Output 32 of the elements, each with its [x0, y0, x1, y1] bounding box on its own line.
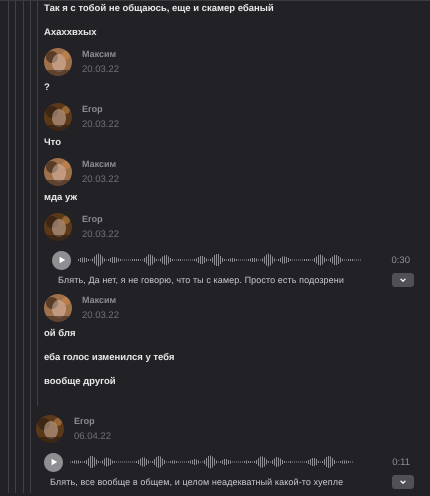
- chevron-down-icon: [399, 478, 407, 486]
- message-date: 20.03.22: [82, 310, 119, 321]
- author-name[interactable]: Максим: [82, 49, 119, 59]
- play-button[interactable]: [44, 452, 63, 472]
- voice-duration: 0:30: [392, 254, 410, 266]
- message-text: мда уж: [44, 192, 78, 204]
- message-date: 20.03.22: [82, 119, 119, 130]
- play-icon: [50, 458, 58, 466]
- message-date: 20.03.22: [82, 229, 119, 240]
- expand-button[interactable]: [392, 273, 414, 287]
- expand-button[interactable]: [392, 475, 414, 489]
- author-name[interactable]: Егор: [82, 214, 119, 224]
- author-name[interactable]: Максим: [82, 295, 119, 305]
- play-button[interactable]: [52, 250, 71, 270]
- message-text: Что: [44, 137, 62, 149]
- chevron-down-icon: [399, 276, 407, 284]
- message-date: 20.03.22: [82, 174, 119, 185]
- author-name[interactable]: Егор: [82, 104, 119, 114]
- message-date: 06.04.22: [74, 431, 111, 442]
- message-text: ?: [44, 82, 51, 94]
- voice-duration: 0:11: [392, 456, 410, 468]
- voice-transcript: Блять, все вообще в общем, и целом неадекватный какой-то хуепле: [50, 477, 344, 487]
- message-text: ой бля: [44, 328, 76, 340]
- author-name[interactable]: Егор: [74, 416, 111, 426]
- message-text: вообще другой: [44, 376, 117, 388]
- play-icon: [58, 256, 66, 264]
- message-date: 20.03.22: [82, 64, 119, 75]
- message-text: Так я с тобой не общаюсь, еще и скамер ебаный: [44, 3, 275, 15]
- author-name[interactable]: Максим: [82, 159, 119, 169]
- message-text: еба голос изменился у тебя: [44, 352, 176, 364]
- voice-transcript: Блять, Да нет, я не говорю, что ты с камер. Просто есть подозрени: [58, 275, 344, 285]
- message-text: Ахаххвхых: [44, 27, 98, 39]
